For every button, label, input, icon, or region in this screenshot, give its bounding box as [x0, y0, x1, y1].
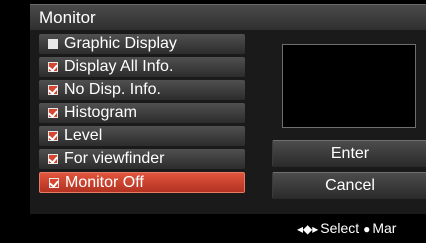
menu-item-level[interactable]: Level	[39, 126, 245, 146]
monitor-menu-screen: Monitor Graphic Display Display All Info…	[0, 0, 426, 243]
multi-selector-icon: ◂◆▸	[297, 222, 319, 236]
menu-item-display-all-info[interactable]: Display All Info.	[39, 57, 245, 77]
cancel-button[interactable]: Cancel	[272, 172, 426, 199]
checkbox-icon[interactable]	[48, 39, 58, 49]
ok-hint-label: Mar	[372, 220, 397, 236]
menu-item-label: Histogram	[64, 104, 137, 121]
checked-checkbox-icon[interactable]	[49, 177, 59, 188]
display-options-list: Graphic Display Display All Info. No Dis…	[39, 34, 245, 196]
menu-item-label: No Disp. Info.	[64, 81, 161, 98]
menu-item-for-viewfinder[interactable]: For viewfinder	[39, 149, 245, 169]
menu-item-label: Display All Info.	[64, 58, 174, 75]
menu-item-graphic-display[interactable]: Graphic Display	[39, 34, 245, 54]
select-hint-label: Select	[320, 220, 360, 236]
checked-checkbox-icon[interactable]	[48, 131, 58, 141]
menu-item-label: Graphic Display	[64, 35, 177, 52]
menu-item-label: For viewfinder	[64, 150, 165, 167]
footer-hint-bar: ◂◆▸ Select ● Mar	[30, 214, 426, 243]
checked-checkbox-icon[interactable]	[48, 62, 58, 72]
title-bar: Monitor	[30, 4, 426, 31]
menu-item-label: Monitor Off	[65, 173, 144, 191]
checked-checkbox-icon[interactable]	[48, 108, 58, 118]
menu-item-no-disp-info[interactable]: No Disp. Info.	[39, 80, 245, 100]
checked-checkbox-icon[interactable]	[48, 154, 58, 164]
preview-thumbnail	[282, 44, 416, 128]
menu-item-monitor-off[interactable]: Monitor Off	[39, 172, 245, 193]
footer-hints: ◂◆▸ Select ● Mar	[297, 220, 396, 236]
page-title: Monitor	[39, 8, 96, 27]
menu-item-histogram[interactable]: Histogram	[39, 103, 245, 123]
enter-button[interactable]: Enter	[272, 140, 426, 167]
checked-checkbox-icon[interactable]	[48, 85, 58, 95]
menu-item-label: Level	[64, 127, 103, 144]
center-button-icon: ●	[363, 222, 371, 236]
